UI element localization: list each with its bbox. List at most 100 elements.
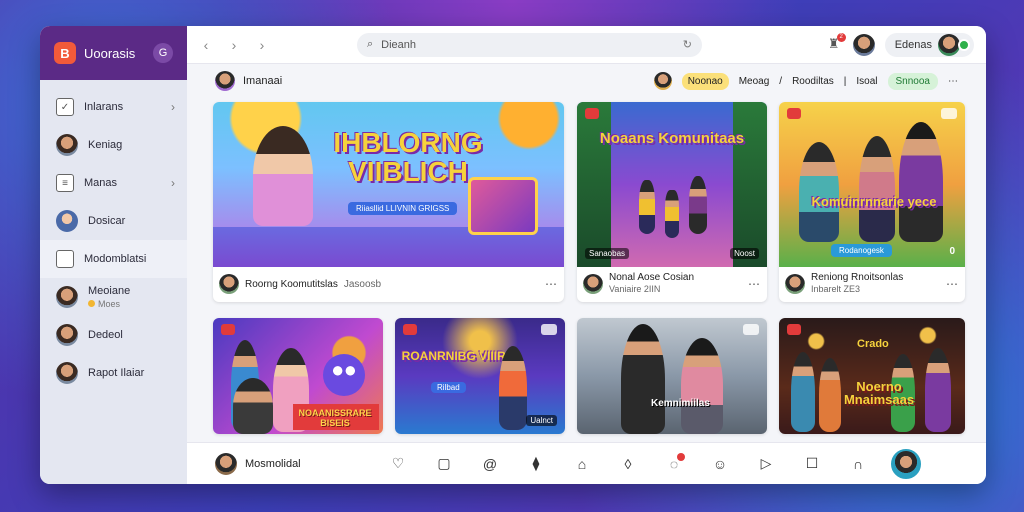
next-button[interactable]: ›: [255, 37, 269, 53]
video-thumbnail[interactable]: Kemnimiilas: [577, 318, 767, 434]
chat-badge-icon[interactable]: ◌: [651, 452, 697, 472]
thumbnail-options-icon[interactable]: [541, 324, 557, 335]
channel-name[interactable]: Imanaai: [243, 75, 282, 87]
leaf-icon[interactable]: ⧫: [513, 455, 559, 472]
online-status-icon: [958, 38, 970, 51]
video-card[interactable]: IHBLORNG VIIBLICH Riiasllid LLIVNIN GRIG…: [213, 102, 564, 302]
video-thumbnail[interactable]: Komuinrnnarie yece Rodanogesk 0: [779, 102, 965, 267]
more-options-icon[interactable]: ⋯: [748, 277, 761, 291]
video-card[interactable]: ROANRNIBG VIIIRA Rilbad Ualnct: [395, 318, 565, 434]
main-area: ‹ › › ⌕ Dieanh ↻ ♜ 2 Edenas Imanaai Noon…: [187, 26, 986, 484]
user-pill[interactable]: Edenas: [884, 32, 974, 57]
current-user-avatar[interactable]: [891, 448, 921, 479]
thumbnail-title: Kemnimiilas: [651, 398, 710, 409]
headset-icon[interactable]: ∩: [835, 456, 881, 472]
video-card[interactable]: Komuinrnnarie yece Rodanogesk 0 Reniong …: [779, 102, 965, 302]
chip-active[interactable]: Snnooa: [887, 72, 938, 90]
video-title[interactable]: Nonal Aose Cosian: [609, 272, 694, 283]
bottom-icons: ♡ ▢ @ ⧫ ⌂ ◊ ◌ ☺ ▷ ☐ ∩: [375, 452, 881, 472]
thumbnail-figure: [253, 126, 313, 226]
video-card[interactable]: NOAANISSRARE BISEIS: [213, 318, 383, 434]
chip[interactable]: Roodiltas: [792, 76, 834, 87]
chip[interactable]: Meoag: [739, 76, 770, 87]
reload-icon[interactable]: ↻: [683, 38, 692, 51]
search-bar[interactable]: ⌕ Dieanh ↻: [357, 32, 702, 57]
video-meta: Roorng Koomutitslas Jasoosb ⋯: [213, 267, 564, 301]
live-badge: [585, 108, 599, 119]
more-options-icon[interactable]: ⋯: [545, 277, 558, 291]
face-icon[interactable]: ☺: [697, 456, 743, 472]
channel-avatar[interactable]: [215, 71, 235, 91]
chat-icon: ✓: [56, 98, 74, 116]
video-duration: Noost: [730, 248, 759, 259]
video-sub: Inbarelt ZE3: [811, 284, 861, 294]
sidebar-item-dosicar[interactable]: Dosicar: [40, 202, 187, 240]
video-thumbnail[interactable]: IHBLORNG VIIBLICH Riiasllid LLIVNIN GRIG…: [213, 102, 564, 267]
sidebar-item-manas[interactable]: ≡ Manas ›: [40, 164, 187, 202]
avatar: [938, 33, 960, 56]
thumbnail-options-icon[interactable]: [941, 108, 957, 119]
video-card[interactable]: Crado Noerno Mnaimsaas: [779, 318, 965, 434]
sidebar: B Uoorasis G ✓ Inlarans › Keniag ≡ Manas…: [40, 26, 187, 484]
search-input[interactable]: Dieanh: [381, 39, 416, 51]
sidebar-item-meoiane[interactable]: Meoiane Moes: [40, 278, 187, 316]
sidebar-item-keniag[interactable]: Keniag: [40, 126, 187, 164]
heart-chat-icon[interactable]: ♡: [375, 455, 421, 472]
video-card[interactable]: Kemnimiilas: [577, 318, 767, 434]
channel-chips: Noonao Meoag / Roodiltas | Isoal Snnooa …: [653, 72, 958, 90]
chip[interactable]: Noonao: [681, 72, 729, 90]
thumbnail-figure: [681, 338, 723, 434]
sidebar-item-label: Modomblatsi: [84, 253, 147, 265]
thumbnail-figure: [925, 348, 951, 432]
video-thumbnail[interactable]: ROANRNIBG VIIIRA Rilbad Ualnct: [395, 318, 565, 434]
notification-button[interactable]: ♜ 2: [825, 32, 846, 54]
video-title[interactable]: Reniong Rnoitsonlas: [811, 272, 903, 283]
chip[interactable]: Isoal: [856, 76, 877, 87]
sidebar-item-modomblatsi[interactable]: Modomblatsi: [40, 240, 187, 278]
username[interactable]: Mosmolidal: [245, 458, 375, 470]
sidebar-toggle-button[interactable]: G: [153, 43, 173, 63]
square-icon[interactable]: ▢: [421, 455, 467, 472]
at-icon[interactable]: @: [467, 456, 513, 472]
more-options-icon[interactable]: ⋯: [946, 277, 959, 291]
top-bar: ‹ › › ⌕ Dieanh ↻ ♜ 2 Edenas: [187, 26, 986, 64]
thumbnail-figure: [799, 142, 839, 242]
video-sub: Jasoosb: [343, 278, 382, 290]
leaf2-icon[interactable]: ◊: [605, 456, 651, 472]
video-thumbnail[interactable]: Crado Noerno Mnaimsaas: [779, 318, 965, 434]
thumbnail-banner: Rodanogesk: [831, 244, 892, 257]
sidebar-item-dedeol[interactable]: Dedeol: [40, 316, 187, 354]
user-pill-label: Edenas: [894, 38, 932, 51]
play-icon[interactable]: ▷: [743, 455, 789, 472]
thumbnail-top-text: Crado: [857, 338, 889, 350]
video-meta: Reniong Rnoitsonlas Inbarelt ZE3 ⋯: [779, 267, 965, 301]
avatar[interactable]: [852, 33, 875, 56]
app-logo[interactable]: B: [54, 42, 76, 64]
avatar: [56, 324, 78, 346]
thumbnail-title: ROANRNIBG VIIIRA: [401, 349, 515, 363]
video-title[interactable]: Roorng Koomutitslas: [245, 279, 338, 290]
sidebar-item-rapot-ilaiar[interactable]: Rapot Ilaiar: [40, 354, 187, 392]
avatar: [56, 362, 78, 384]
sidebar-item-inlarans[interactable]: ✓ Inlarans ›: [40, 88, 187, 126]
thumbnail-title: Komuinrnnarie yece: [811, 194, 937, 209]
sidebar-item-label: Dedeol: [88, 329, 123, 341]
more-icon[interactable]: ⋯: [948, 76, 958, 87]
back-button[interactable]: ‹: [199, 37, 213, 53]
app-window: B Uoorasis G ✓ Inlarans › Keniag ≡ Manas…: [40, 26, 986, 484]
thumbnail-figure: [233, 378, 273, 434]
video-sub: Vaniaire 2IIN: [609, 284, 661, 294]
video-thumbnail[interactable]: NOAANISSRARE BISEIS: [213, 318, 383, 434]
status-dot-icon: [88, 300, 95, 307]
forward-button[interactable]: ›: [227, 37, 241, 53]
video-card[interactable]: Noaans Komunitaas Sanaobas Noost Nonal A…: [577, 102, 767, 302]
video-thumbnail[interactable]: Noaans Komunitaas Sanaobas Noost: [577, 102, 767, 267]
avatar[interactable]: [215, 452, 237, 475]
sidebar-header: B Uoorasis G: [40, 26, 187, 80]
thumbnail-device: [468, 177, 538, 235]
thumbnail-mascot: [323, 354, 365, 396]
message-icon[interactable]: ☐: [789, 455, 835, 472]
bell-icon[interactable]: ⌂: [559, 456, 605, 472]
thumbnail-options-icon[interactable]: [743, 324, 759, 335]
notification-badge: 2: [836, 32, 846, 42]
